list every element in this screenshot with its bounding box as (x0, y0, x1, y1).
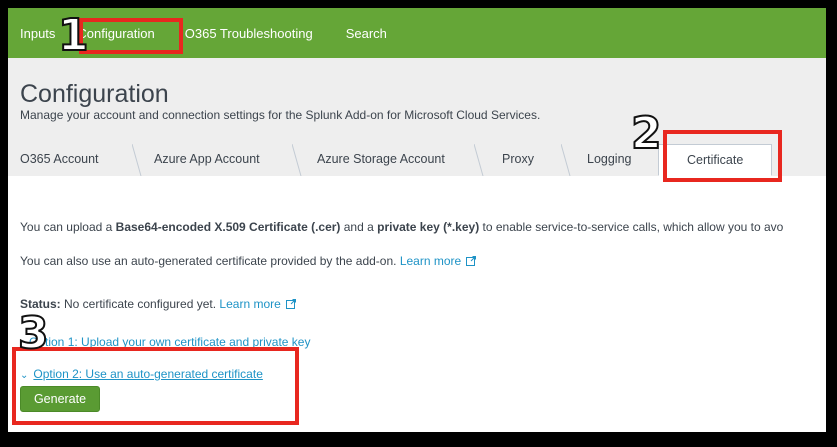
callout-box-configuration (79, 18, 183, 54)
external-link-icon[interactable] (285, 298, 296, 309)
tab-separator (474, 144, 484, 176)
status-learn-more-link[interactable]: Learn more (219, 297, 280, 311)
callout-number-1: 1 (57, 10, 90, 61)
tab-separator (292, 144, 302, 176)
tab-o365-account[interactable]: O365 Account (20, 144, 99, 176)
tab-proxy[interactable]: Proxy (502, 144, 534, 176)
nav-item-o365-troubleshooting[interactable]: O365 Troubleshooting (185, 26, 313, 41)
learn-more-link[interactable]: Learn more (400, 254, 461, 268)
page-title: Configuration (20, 80, 169, 108)
callout-box-certificate-tab (663, 130, 782, 182)
tab-azure-app-account[interactable]: Azure App Account (154, 144, 260, 176)
external-link-icon[interactable] (466, 255, 477, 266)
auto-generated-description: You can also use an auto-generated certi… (20, 254, 477, 268)
callout-box-option-2 (12, 347, 299, 425)
certificate-status: Status: No certificate configured yet. L… (20, 297, 296, 311)
status-value: No certificate configured yet. (60, 297, 220, 311)
tab-azure-storage-account[interactable]: Azure Storage Account (317, 144, 445, 176)
page-subtitle: Manage your account and connection setti… (20, 108, 541, 122)
app-window: Inputs Configuration O365 Troubleshootin… (8, 8, 826, 432)
nav-item-inputs[interactable]: Inputs (20, 26, 55, 41)
tab-logging[interactable]: Logging (587, 144, 632, 176)
nav-item-search[interactable]: Search (346, 26, 387, 41)
upload-description: You can upload a Base64-encoded X.509 Ce… (20, 220, 784, 234)
tab-separator (132, 144, 142, 176)
tab-separator (561, 144, 571, 176)
callout-number-3: 3 (17, 308, 50, 359)
callout-number-2: 2 (630, 108, 663, 159)
